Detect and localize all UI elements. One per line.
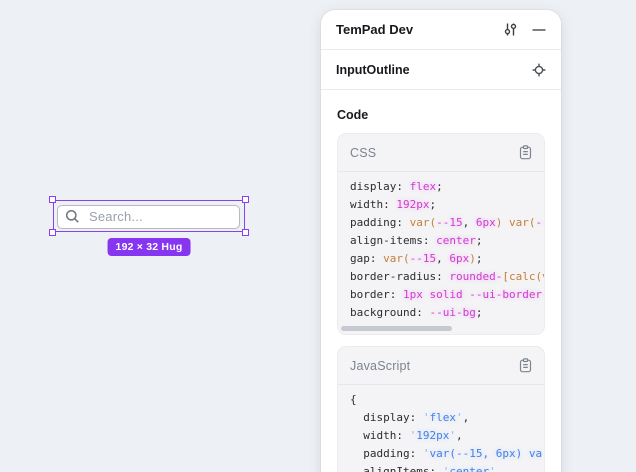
code-line: width: '192px', (350, 427, 463, 445)
code-line: align-items: center; (350, 232, 482, 250)
code-line: padding: var(--15, 6px) var(-- (350, 214, 544, 232)
js-block-label: JavaScript (350, 359, 519, 373)
size-badge: 192 × 32 Hug (108, 238, 191, 256)
panel-content: Code CSS display: flex;width: 192px;padd… (321, 90, 561, 472)
panel-header: TemPad Dev (321, 10, 561, 50)
js-code: { display: 'flex', width: '192px', paddi… (338, 385, 544, 472)
code-line: gap: var(--15, 6px); (350, 250, 483, 268)
code-line: border-radius: rounded-[calc(v (350, 268, 544, 286)
selection-handle-top-right[interactable] (242, 196, 249, 203)
horizontal-scrollbar[interactable] (341, 326, 452, 331)
minimize-icon[interactable] (532, 23, 546, 37)
code-line: border: 1px solid --ui-border- (350, 286, 544, 304)
code-line: { (350, 391, 357, 409)
css-block-label: CSS (350, 146, 519, 160)
copy-clipboard-icon[interactable] (519, 358, 532, 373)
css-code-block: CSS display: flex;width: 192px;padding: … (337, 133, 545, 335)
code-line: display: flex; (350, 178, 443, 196)
copy-clipboard-icon[interactable] (519, 145, 532, 160)
code-line: padding: 'var(--15, 6px) va (350, 445, 542, 463)
selection-handle-bottom-right[interactable] (242, 229, 249, 236)
component-name: InputOutline (336, 63, 532, 77)
code-line: width: 192px; (350, 196, 436, 214)
locate-target-icon[interactable] (532, 63, 546, 77)
search-placeholder: Search... (89, 209, 143, 224)
js-block-header: JavaScript (338, 347, 544, 385)
panel-title: TemPad Dev (336, 22, 502, 37)
code-section-label: Code (337, 108, 545, 122)
search-icon (65, 209, 80, 224)
selected-component-row: InputOutline (321, 50, 561, 90)
code-line: display: 'flex', (350, 409, 469, 427)
selection-handle-bottom-left[interactable] (49, 229, 56, 236)
tempad-dev-panel: TemPad Dev InputOutline (321, 10, 561, 472)
search-input-component[interactable]: Search... (57, 205, 240, 229)
selection-handle-top-left[interactable] (49, 196, 56, 203)
figma-workspace: Search... 192 × 32 Hug TemPad Dev (0, 0, 636, 472)
selection-outline[interactable]: Search... 192 × 32 Hug (53, 200, 245, 232)
js-code-block: JavaScript { display: 'flex', width: '19… (337, 346, 545, 472)
code-line: background: --ui-bg; (350, 304, 482, 322)
code-line: alignItems: 'center', (350, 463, 502, 472)
css-code: display: flex;width: 192px;padding: var(… (338, 172, 544, 322)
css-block-header: CSS (338, 134, 544, 172)
sliders-icon[interactable] (502, 21, 519, 38)
